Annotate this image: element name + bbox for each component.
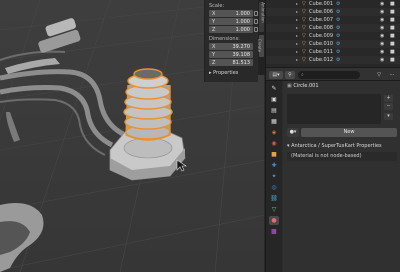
- modifier-icon: ⚙: [336, 9, 341, 15]
- new-material-button[interactable]: New: [301, 128, 397, 137]
- material-panel: ▣ Circle.001 + − ▾ ●▾ New ▾ Antarctica /…: [283, 81, 400, 272]
- camera-icon[interactable]: ■: [390, 49, 395, 55]
- camera-icon[interactable]: ■: [390, 41, 395, 47]
- expand-arrow-icon[interactable]: ▸: [296, 1, 298, 6]
- mesh-object-icon: ▽: [302, 17, 306, 23]
- mesh-object-icon: ▽: [302, 25, 306, 31]
- sidebar-n-panel: Scale: X 1.000 Y 1.000 Z 1.000 Dimensions: …: [204, 0, 258, 82]
- camera-icon[interactable]: ■: [390, 17, 395, 23]
- eye-icon[interactable]: ◉: [380, 1, 384, 7]
- eye-icon[interactable]: ◉: [380, 57, 384, 63]
- list-item[interactable]: ▸ ▽ Cube.009 ⚙ ◉ ■: [266, 32, 400, 40]
- editor-type-button[interactable]: ▤▾: [269, 71, 283, 79]
- modifier-icon: ⚙: [336, 33, 341, 39]
- modifier-icon: ⚙: [336, 49, 341, 55]
- material-icon[interactable]: ●: [269, 216, 279, 225]
- right-editor-area: ▸ ▽ Cube.001 ⚙ ◉ ■ ▸ ▽ Cube.006 ⚙ ◉ ■ ▸ ▽ Cube.007 ⚙ ◉…: [265, 0, 400, 272]
- modifier-icon[interactable]: ✚: [269, 161, 279, 170]
- list-item[interactable]: ▸ ▽ Cube.012 ⚙ ◉ ■: [266, 56, 400, 64]
- modifier-icon: ⚙: [336, 25, 341, 31]
- constraint-icon[interactable]: ⛓: [269, 194, 279, 203]
- texture-icon[interactable]: ▩: [269, 227, 279, 236]
- search-input[interactable]: ⌕: [298, 71, 360, 79]
- search-icon: ⌕: [301, 72, 304, 78]
- particles-icon[interactable]: ✦: [269, 172, 279, 181]
- eye-icon[interactable]: ◉: [380, 49, 384, 55]
- filter-icon[interactable]: ▽: [374, 71, 384, 79]
- dimension-y-field[interactable]: Y 39.108: [209, 51, 253, 58]
- expand-arrow-icon[interactable]: ▸: [296, 9, 298, 14]
- camera-icon[interactable]: ■: [390, 25, 395, 31]
- sidebar-tabs: Animation Create: [257, 0, 266, 75]
- pin-icon[interactable]: ⚲: [285, 71, 295, 79]
- object-icon[interactable]: ■: [269, 150, 279, 159]
- modifier-icon: ⚙: [336, 57, 341, 63]
- view-layer-icon[interactable]: ▦: [269, 117, 279, 126]
- physics-icon[interactable]: ◎: [269, 183, 279, 192]
- expand-arrow-icon[interactable]: ▸: [296, 33, 298, 38]
- dimensions-label: Dimensions:: [209, 36, 240, 42]
- material-browse-row: ●▾ New: [287, 128, 397, 137]
- scale-y-field[interactable]: Y 1.000: [209, 18, 253, 25]
- modifier-icon: ⚙: [336, 1, 341, 7]
- mesh-object-icon: ▽: [302, 33, 306, 39]
- dimension-z-field[interactable]: Z 81.513: [209, 59, 253, 66]
- properties-subpanel-header[interactable]: ▸ Properties: [209, 70, 238, 76]
- mesh-object-icon: ▽: [302, 57, 306, 63]
- render-icon[interactable]: ▣: [269, 95, 279, 104]
- data-icon[interactable]: ▽: [269, 205, 279, 214]
- mesh-object-icon: ▽: [302, 9, 306, 15]
- properties-tabs: ✎ ▣ ▤ ▦ ◈ ◉ ■ ✚ ✦ ◎ ⛓ ▽ ● ▩: [266, 81, 282, 272]
- camera-icon[interactable]: ■: [390, 33, 395, 39]
- material-browse-icon[interactable]: ●▾: [287, 128, 299, 137]
- list-item[interactable]: ▸ ▽ Cube.001 ⚙ ◉ ■: [266, 0, 400, 8]
- expand-arrow-icon[interactable]: ▸: [296, 41, 298, 46]
- camera-icon[interactable]: ■: [390, 57, 395, 63]
- eye-icon[interactable]: ◉: [380, 17, 384, 23]
- expand-arrow-icon[interactable]: ▸: [296, 57, 298, 62]
- scale-label: Scale:: [209, 3, 225, 9]
- camera-icon[interactable]: ■: [390, 1, 395, 7]
- list-item[interactable]: ▸ ▽ Cube.008 ⚙ ◉ ■: [266, 24, 400, 32]
- mesh-data-icon: ▣: [287, 83, 292, 89]
- tool-icon[interactable]: ✎: [269, 84, 279, 93]
- list-item[interactable]: ▸ ▽ Cube.007 ⚙ ◉ ■: [266, 16, 400, 24]
- dimension-x-field[interactable]: X 39.270: [209, 43, 253, 50]
- expand-arrow-icon[interactable]: ▸: [296, 25, 298, 30]
- mesh-object-icon: ▽: [302, 1, 306, 7]
- expand-arrow-icon[interactable]: ▸: [296, 17, 298, 22]
- add-slot-button[interactable]: +: [384, 95, 393, 102]
- modifier-icon: ⚙: [336, 41, 341, 47]
- tab-create[interactable]: Create: [257, 35, 264, 57]
- outliner[interactable]: ▸ ▽ Cube.001 ⚙ ◉ ■ ▸ ▽ Cube.006 ⚙ ◉ ■ ▸ ▽ Cube.007 ⚙ ◉…: [266, 0, 400, 67]
- material-slot-header: ▣ Circle.001: [287, 83, 397, 91]
- eye-icon[interactable]: ◉: [380, 9, 384, 15]
- tab-animation[interactable]: Animation: [259, 2, 266, 32]
- material-slot-name: Circle.001: [293, 83, 319, 89]
- list-item[interactable]: ▸ ▽ Cube.010 ⚙ ◉ ■: [266, 40, 400, 48]
- remove-slot-button[interactable]: −: [384, 103, 393, 110]
- eye-icon[interactable]: ◉: [380, 41, 384, 47]
- mesh-object-icon: ▽: [302, 49, 306, 55]
- material-slot-list[interactable]: [287, 94, 381, 124]
- camera-icon[interactable]: ■: [390, 9, 395, 15]
- supertuxkart-properties-header[interactable]: ▾ Antarctica / SuperTuxKart Properties: [287, 142, 397, 151]
- scene-icon[interactable]: ◈: [269, 128, 279, 137]
- node-based-note: (Material is not node-based): [287, 152, 397, 161]
- mesh-object-icon: ▽: [302, 41, 306, 47]
- modifier-icon: ⚙: [336, 17, 341, 23]
- properties-header: ▤▾ ⚲ ⌕ ▽ ⋯: [266, 67, 400, 81]
- eye-icon[interactable]: ◉: [380, 25, 384, 31]
- expand-arrow-icon[interactable]: ▸: [296, 49, 298, 54]
- output-icon[interactable]: ▤: [269, 106, 279, 115]
- list-item[interactable]: ▸ ▽ Cube.011 ⚙ ◉ ■: [266, 48, 400, 56]
- list-item[interactable]: ▸ ▽ Cube.006 ⚙ ◉ ■: [266, 8, 400, 16]
- eye-icon[interactable]: ◉: [380, 33, 384, 39]
- scale-z-field[interactable]: Z 1.000: [209, 26, 253, 33]
- scale-x-field[interactable]: X 1.000: [209, 10, 253, 17]
- options-icon[interactable]: ⋯: [387, 71, 397, 79]
- world-icon[interactable]: ◉: [269, 139, 279, 148]
- slot-menu-button[interactable]: ▾: [384, 113, 393, 120]
